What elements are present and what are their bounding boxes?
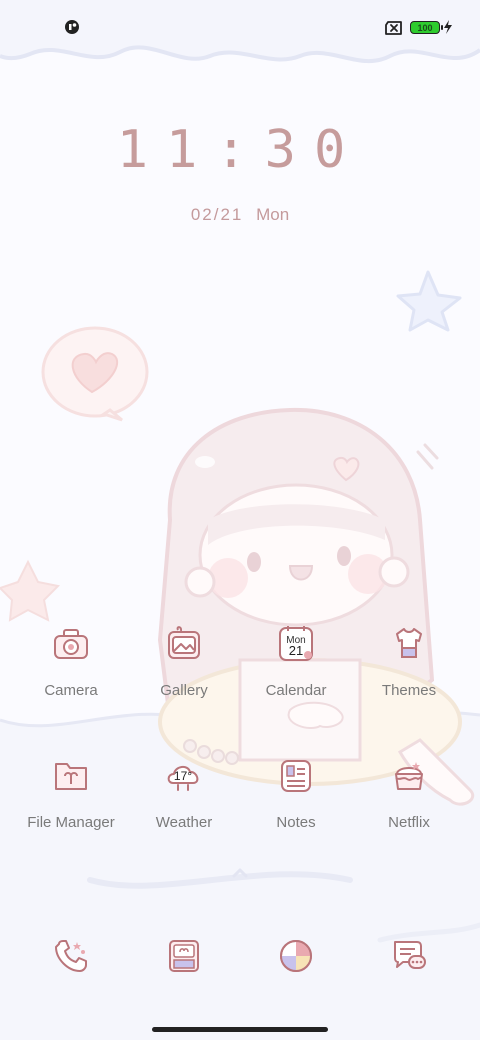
status-bar: 100 [0,0,480,56]
phone-icon[interactable] [51,936,91,976]
app-gallery[interactable]: Gallery [134,624,234,699]
calendar-day: 21 [289,643,303,658]
browser-icon[interactable] [276,936,316,976]
gallery-icon [168,626,200,659]
app-label: Netflix [388,814,430,831]
chevron-up-icon[interactable] [230,866,250,880]
app-notes[interactable]: Notes [246,756,346,831]
app-label: Camera [44,682,98,699]
app-label: Weather [155,814,213,831]
app-label: Notes [276,814,316,831]
notes-icon [281,760,311,792]
calendar-icon: Mon 21 [279,626,313,661]
app-label: Calendar [265,682,327,699]
no-sim-icon [385,21,402,35]
battery-level: 100 [417,22,433,33]
home-indicator[interactable] [152,1027,328,1032]
app-label: File Manager [27,814,115,831]
clock-date[interactable]: 02/21 Mon [0,205,480,225]
weather-temp: 17° [174,769,192,783]
date-value: 02/21 [190,205,244,224]
app-file-manager[interactable]: File Manager [21,756,121,831]
app-camera[interactable]: Camera [21,624,121,699]
clock-time[interactable]: 11:30 [0,120,480,180]
app-calendar[interactable]: Mon 21 Calendar [246,624,346,699]
folder-icon [55,763,87,790]
battery-indicator: 100 [410,21,443,34]
messages-icon[interactable] [389,936,429,976]
app-weather[interactable]: 17° Weather [134,756,234,831]
bolt-icon [444,20,452,34]
app-netflix[interactable]: Netflix [359,756,459,831]
cake-icon [395,762,423,790]
camera-icon [54,629,88,659]
contacts-book-icon[interactable] [164,936,204,976]
app-label: Gallery [160,682,208,699]
notification-dot-icon [65,20,79,34]
weather-icon: 17° [167,766,199,791]
app-themes[interactable]: Themes [359,624,459,699]
app-label: Themes [381,682,437,699]
date-weekday: Mon [256,205,290,224]
themes-icon [396,628,422,658]
